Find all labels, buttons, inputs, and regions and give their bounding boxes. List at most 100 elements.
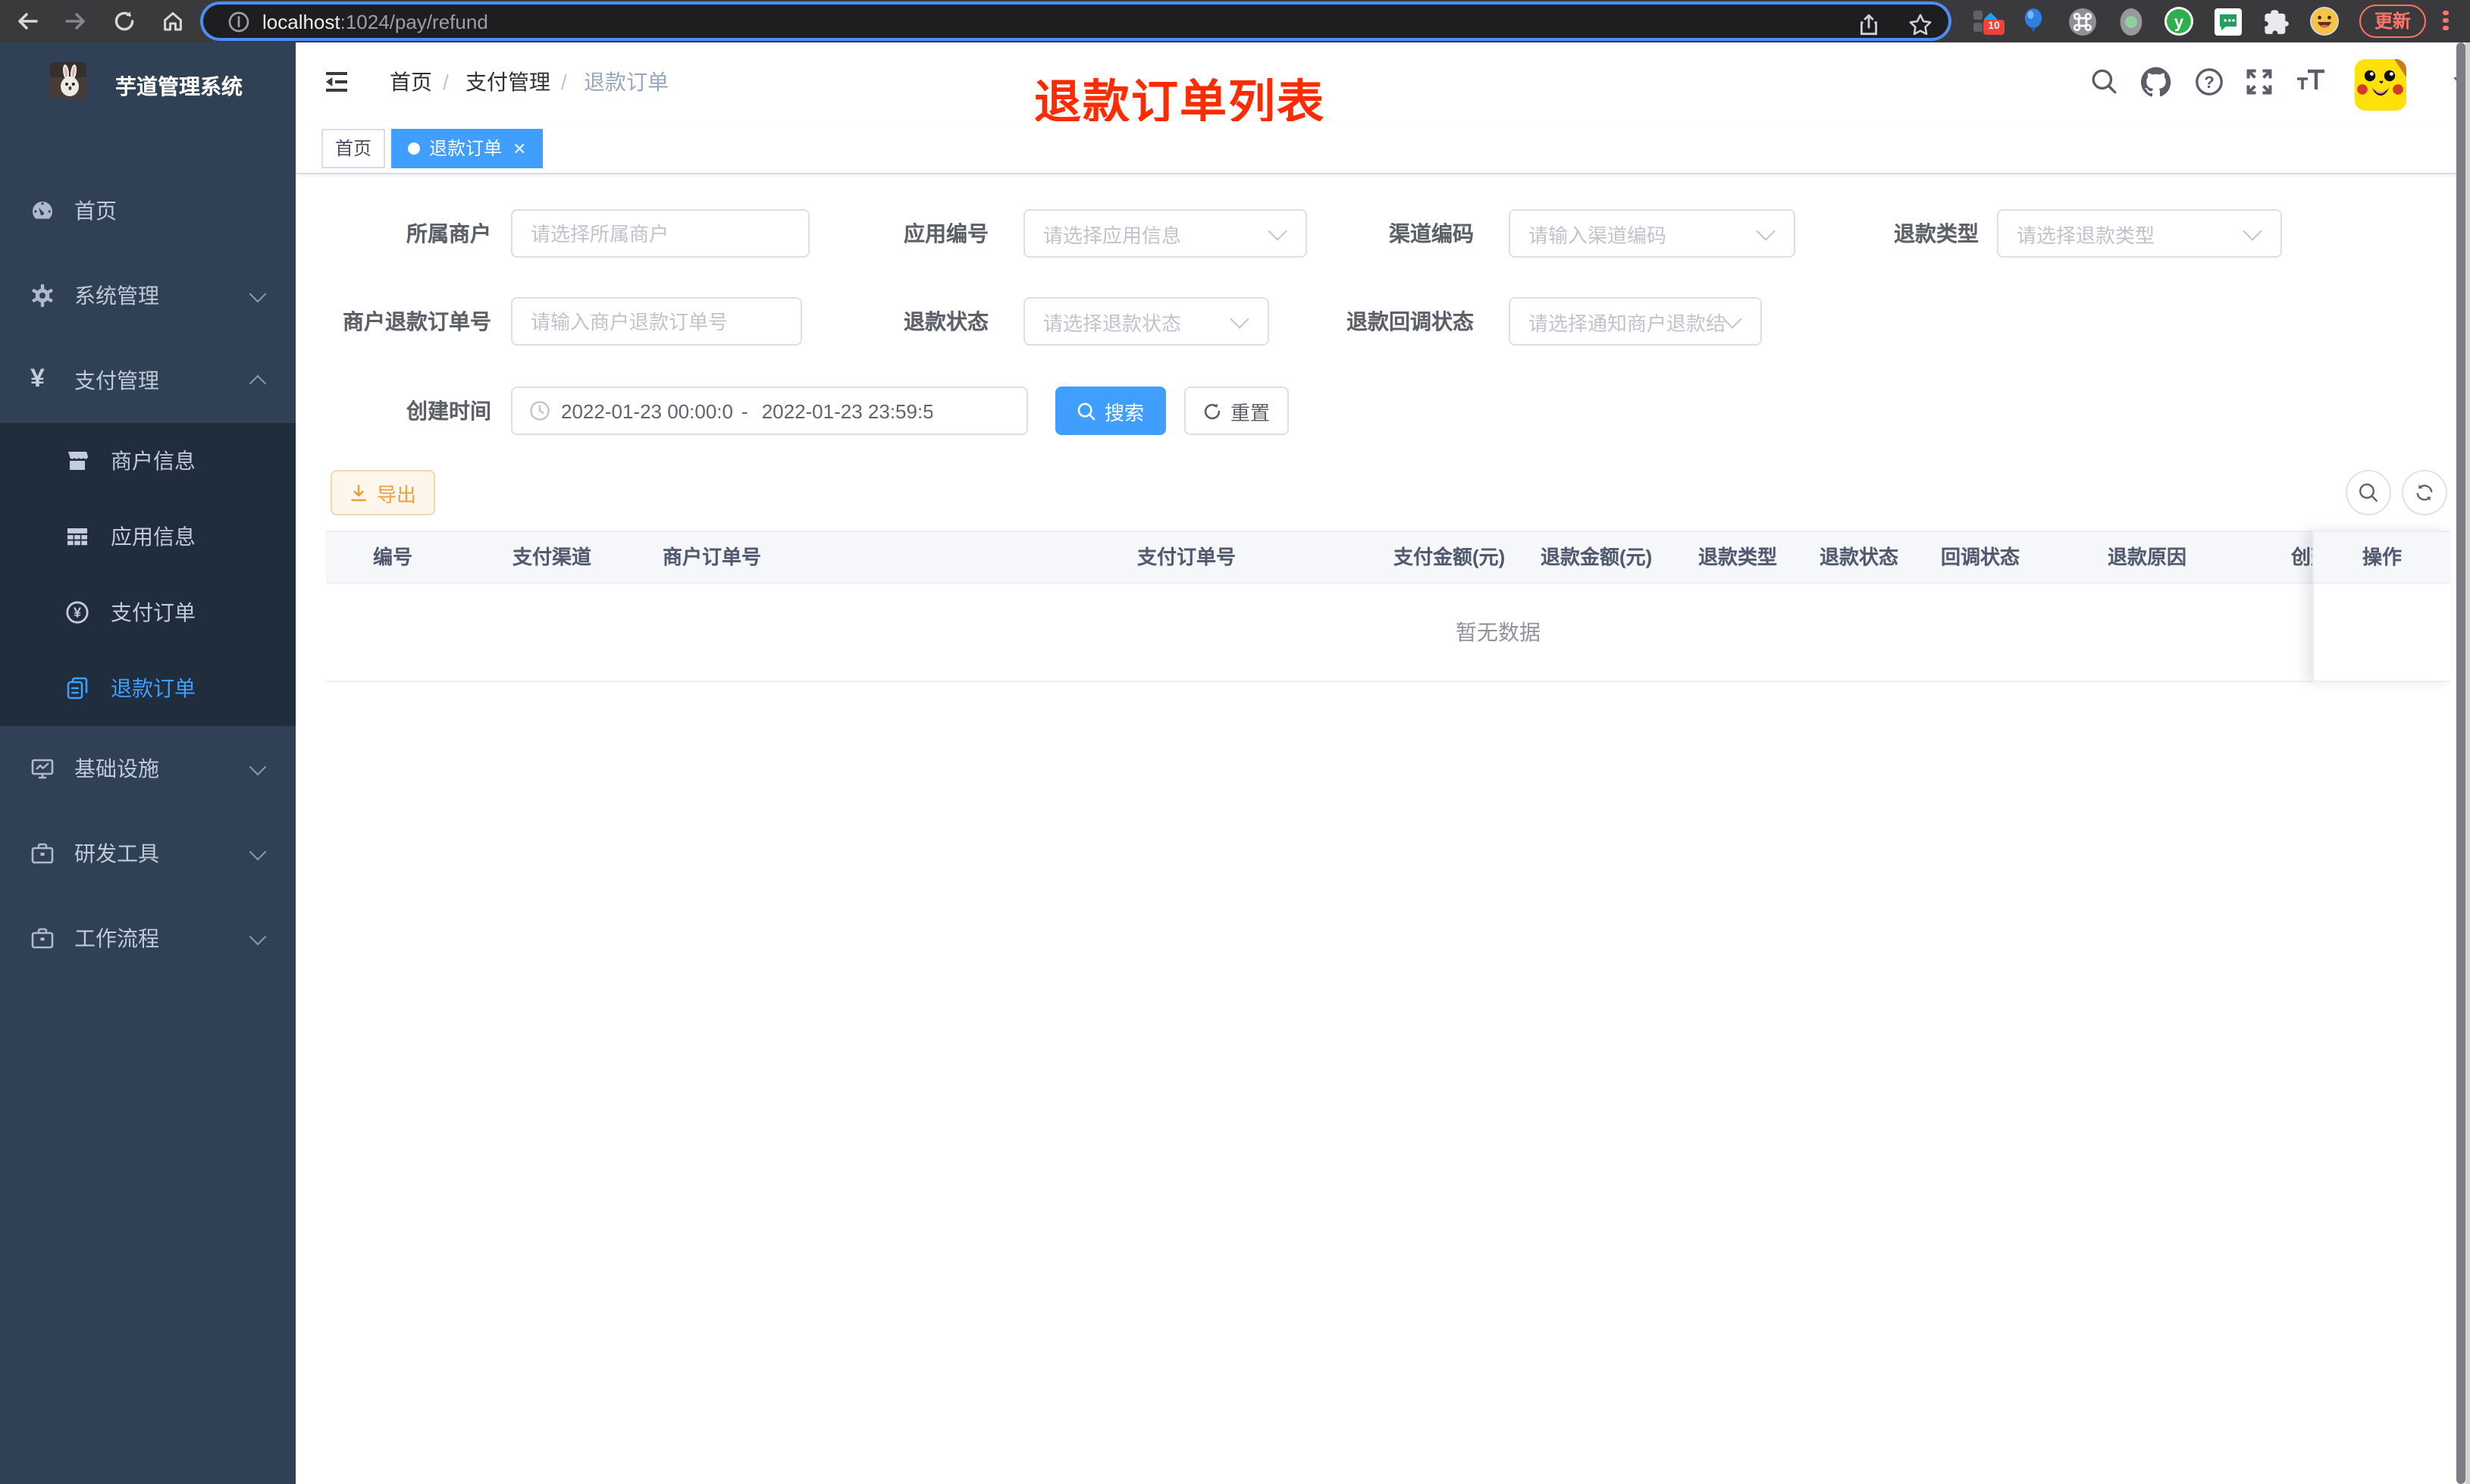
search-icon xyxy=(1077,401,1097,421)
refund-type-select[interactable]: 请选择退款类型 xyxy=(1997,209,2282,258)
hamburger-icon[interactable] xyxy=(323,68,350,95)
ext-y-logo-icon[interactable]: y xyxy=(2164,6,2194,36)
ext-chat-icon[interactable] xyxy=(2212,6,2243,36)
app-select[interactable]: 请选择应用信息 xyxy=(1023,209,1307,258)
column-header[interactable]: 编号 xyxy=(373,532,412,582)
export-button-label: 导出 xyxy=(376,483,416,506)
help-icon[interactable]: ? xyxy=(2194,67,2224,97)
bookmark-star-icon[interactable] xyxy=(1907,12,1935,39)
chevron-down-icon xyxy=(1268,221,1287,241)
chevron-down-icon xyxy=(249,285,267,303)
column-header[interactable]: 退款类型 xyxy=(1698,532,1777,582)
forward-icon[interactable] xyxy=(61,6,91,36)
reload-icon[interactable] xyxy=(109,6,139,36)
callback-status-select[interactable]: 请选择通知商户退款结果 xyxy=(1509,297,1762,346)
browser-menu-icon[interactable] xyxy=(2441,8,2450,35)
field-label: 退款回调状态 xyxy=(1346,309,1474,333)
column-header[interactable]: 支付渠道 xyxy=(512,532,591,582)
column-header[interactable]: 退款原因 xyxy=(2108,532,2186,582)
close-icon[interactable]: ✕ xyxy=(512,132,526,168)
sidebar-item-workflow[interactable]: 工作流程 xyxy=(0,896,296,981)
github-icon[interactable] xyxy=(2141,67,2171,97)
gear-icon xyxy=(30,283,55,308)
clock-icon xyxy=(529,400,550,421)
extensions-puzzle-icon[interactable] xyxy=(2261,6,2291,36)
select-placeholder: 请选择应用信息 xyxy=(1043,224,1182,246)
table-search-toggle-button[interactable] xyxy=(2346,470,2391,515)
tag-home[interactable]: 首页 xyxy=(321,129,386,168)
app-logo xyxy=(50,62,86,99)
window-scrollbar[interactable] xyxy=(2456,42,2465,1484)
sidebar-item-home[interactable]: 首页 xyxy=(0,168,296,253)
reset-button-label: 重置 xyxy=(1230,401,1270,424)
select-placeholder: 请选择退款状态 xyxy=(1043,312,1182,334)
ext-badge: 10 xyxy=(1983,20,2005,35)
sidebar-item-devtools[interactable]: 研发工具 xyxy=(0,811,296,896)
date-start-value: 2022-01-23 00:00:00 xyxy=(561,399,732,422)
date-end-value: 2022-01-23 23:59:59 xyxy=(761,399,933,422)
table-fixed-column: 操作 xyxy=(2312,531,2450,682)
sidebar-header[interactable]: 芋道管理系统 xyxy=(0,42,296,130)
page-info-icon[interactable] xyxy=(227,10,250,33)
search-icon[interactable] xyxy=(2089,67,2120,97)
pay-order-icon: ¥ xyxy=(65,600,89,625)
merchant-refund-no-field[interactable] xyxy=(512,299,801,344)
table-refresh-button[interactable] xyxy=(2402,470,2447,515)
field-label: 退款状态 xyxy=(904,309,989,333)
sidebar-item-label: 基础设施 xyxy=(74,756,159,781)
ext-recorder-icon[interactable] xyxy=(2115,6,2146,36)
sidebar-item-system[interactable]: 系统管理 xyxy=(0,253,296,338)
back-icon[interactable] xyxy=(12,6,42,36)
url-text: localhost:1024/pay/refund xyxy=(262,10,488,33)
field-label: 所属商户 xyxy=(406,221,491,246)
ext-command-icon[interactable] xyxy=(2067,6,2097,36)
column-header[interactable]: 退款状态 xyxy=(1820,532,1898,582)
reset-button[interactable]: 重置 xyxy=(1184,387,1289,435)
column-header[interactable]: 回调状态 xyxy=(1941,532,2020,582)
ext-balloon-icon[interactable] xyxy=(2018,6,2048,36)
breadcrumb-separator: / xyxy=(561,70,567,94)
table-body: 暂无数据 xyxy=(326,584,2312,682)
column-header[interactable]: 支付金额(元) xyxy=(1393,532,1505,582)
share-icon[interactable] xyxy=(1856,12,1883,39)
browser-update-button[interactable]: 更新 xyxy=(2359,5,2427,38)
search-button[interactable]: 搜索 xyxy=(1055,387,1166,435)
sidebar-item-infra[interactable]: 基础设施 xyxy=(0,726,296,811)
refund-status-select[interactable]: 请选择退款状态 xyxy=(1023,297,1269,346)
tag-refund-order[interactable]: 退款订单 ✕ xyxy=(391,129,544,168)
field-label: 商户退款订单号 xyxy=(343,309,491,333)
column-header[interactable]: 退款金额(元) xyxy=(1541,532,1652,582)
merchant-input-field[interactable] xyxy=(512,211,808,256)
chevron-up-icon xyxy=(249,374,267,393)
home-icon[interactable] xyxy=(158,6,188,36)
font-size-icon[interactable] xyxy=(2294,65,2324,95)
select-placeholder: 请选择退款类型 xyxy=(2017,224,2155,246)
breadcrumb-payment[interactable]: 支付管理 xyxy=(465,42,550,121)
column-header-actions[interactable]: 操作 xyxy=(2314,531,2450,584)
column-header[interactable]: 支付订单号 xyxy=(1137,532,1236,582)
url-bar[interactable]: localhost:1024/pay/refund xyxy=(203,5,1948,38)
sidebar-item-payment[interactable]: ¥ 支付管理 xyxy=(0,338,296,423)
create-time-range-picker[interactable]: 2022-01-23 00:00:00 - 2022-01-23 23:59:5… xyxy=(511,387,1028,435)
column-header[interactable]: 商户订单号 xyxy=(663,532,761,582)
field-label: 退款类型 xyxy=(1894,221,1979,246)
sidebar-item-refund-order[interactable]: 退款订单 xyxy=(0,650,296,726)
merchant-input[interactable] xyxy=(511,209,810,258)
column-header[interactable]: 创建时间 xyxy=(2291,532,2312,582)
sidebar-item-pay-order[interactable]: ¥ 支付订单 xyxy=(0,575,296,650)
channel-select[interactable]: 请输入渠道编码 xyxy=(1509,209,1795,258)
sidebar-item-label: 研发工具 xyxy=(74,841,159,866)
breadcrumb-home[interactable]: 首页 xyxy=(390,42,432,121)
export-button[interactable]: 导出 xyxy=(331,470,435,515)
avatar[interactable] xyxy=(2355,59,2406,111)
ext-userscript-icon[interactable]: 10 xyxy=(1970,6,2005,36)
fullscreen-icon[interactable] xyxy=(2244,67,2274,97)
payment-submenu: 商户信息 应用信息 ¥ 支付订单 退款订单 xyxy=(0,423,296,726)
sidebar-item-app-info[interactable]: 应用信息 xyxy=(0,499,296,575)
merchant-refund-no-input[interactable] xyxy=(511,297,802,346)
sidebar-item-merchant-info[interactable]: 商户信息 xyxy=(0,423,296,499)
date-separator: - xyxy=(741,399,748,422)
ext-emoji-icon[interactable] xyxy=(2309,6,2340,36)
sidebar-item-label: 支付订单 xyxy=(111,600,196,625)
dashboard-icon xyxy=(30,199,55,223)
